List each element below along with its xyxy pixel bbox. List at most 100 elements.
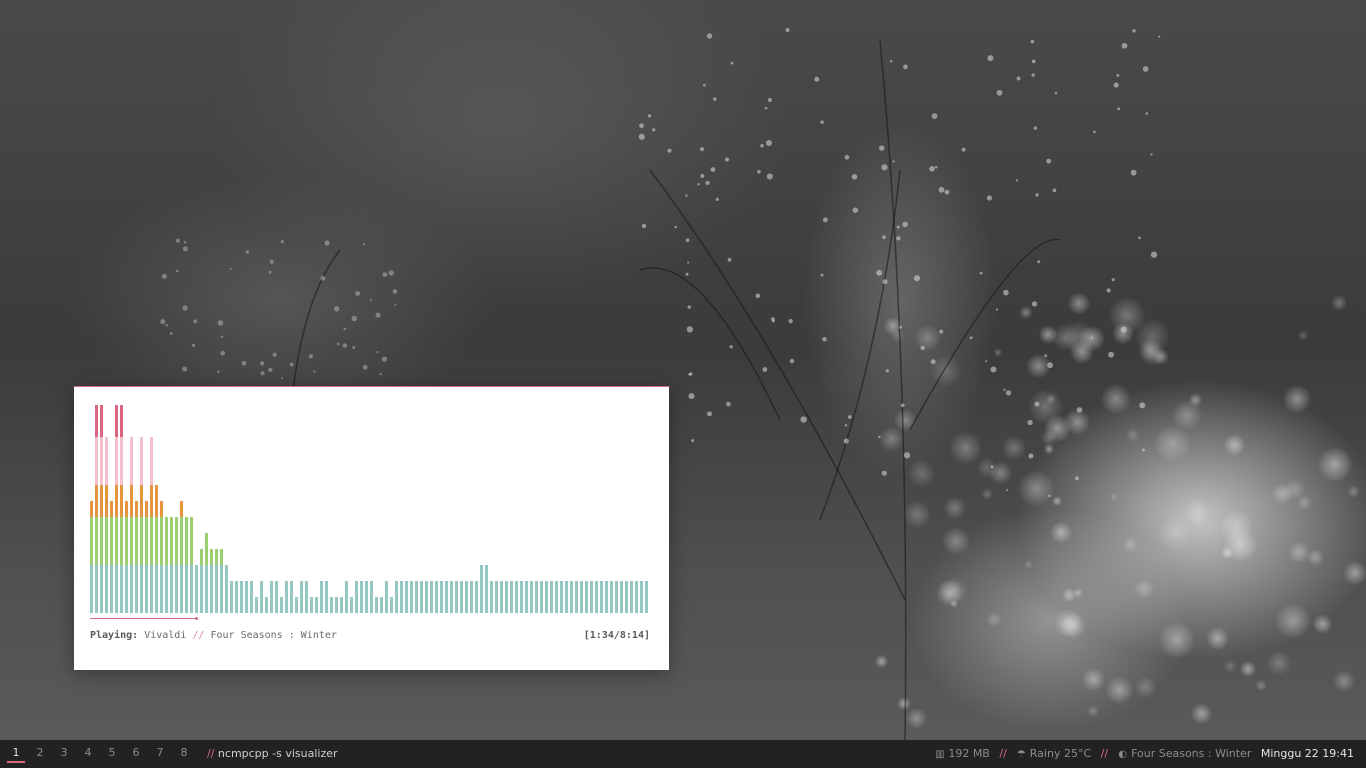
visualizer-column <box>460 581 463 613</box>
visualizer-column <box>250 581 253 613</box>
visualizer-column <box>175 517 178 613</box>
visualizer-column <box>160 501 163 613</box>
visualizer-column <box>520 581 523 613</box>
music-module[interactable]: ◐ Four Seasons : Winter <box>1118 747 1255 760</box>
visualizer-column <box>415 581 418 613</box>
visualizer-column <box>570 581 573 613</box>
visualizer-column <box>235 581 238 613</box>
umbrella-icon: ☂ <box>1016 749 1026 760</box>
visualizer-column <box>335 597 338 613</box>
workspace-1[interactable]: 1 <box>4 740 28 768</box>
visualizer-column <box>360 581 363 613</box>
visualizer-column <box>190 517 193 613</box>
visualizer-column <box>410 581 413 613</box>
visualizer-column <box>365 581 368 613</box>
memory-icon: ▥ <box>935 749 945 760</box>
visualizer-column <box>165 517 168 613</box>
visualizer-column <box>225 565 228 613</box>
visualizer-column <box>295 597 298 613</box>
visualizer-column <box>505 581 508 613</box>
window-title-text: ncmpcpp -s visualizer <box>217 747 338 760</box>
visualizer-column <box>210 549 213 613</box>
visualizer-column <box>630 581 633 613</box>
visualizer-column <box>205 533 208 613</box>
visualizer-column <box>465 581 468 613</box>
visualizer-column <box>455 581 458 613</box>
visualizer-column <box>395 581 398 613</box>
visualizer-column <box>300 581 303 613</box>
panel-separator: // <box>1100 747 1109 760</box>
visualizer-column <box>450 581 453 613</box>
visualizer-column <box>155 485 158 613</box>
track-time: [1:34/8:14] <box>583 630 650 641</box>
toggle-icon: ◐ <box>1118 749 1127 760</box>
visualizer-column <box>185 517 188 613</box>
visualizer-column <box>525 581 528 613</box>
workspace-5[interactable]: 5 <box>100 740 124 768</box>
visualizer-column <box>310 597 313 613</box>
visualizer-column <box>375 597 378 613</box>
visualizer-column <box>345 581 348 613</box>
clock-module: Minggu 22 19:41 <box>1261 747 1354 760</box>
visualizer-column <box>130 437 133 613</box>
visualizer-column <box>100 405 103 613</box>
status-panel: 12345678 // ncmpcpp -s visualizer ▥ 192 … <box>0 740 1366 768</box>
visualizer-column <box>420 581 423 613</box>
progress-bar[interactable] <box>90 617 649 620</box>
visualizer-column <box>135 501 138 613</box>
visualizer-column <box>120 405 123 613</box>
visualizer-column <box>480 565 483 613</box>
visualizer-column <box>350 597 353 613</box>
visualizer-column <box>575 581 578 613</box>
visualizer-column <box>640 581 643 613</box>
memory-value: 192 MB <box>948 747 990 760</box>
visualizer-column <box>615 581 618 613</box>
workspace-6[interactable]: 6 <box>124 740 148 768</box>
visualizer-column <box>200 549 203 613</box>
visualizer-column <box>270 581 273 613</box>
weather-value: Rainy 25°C <box>1029 747 1092 760</box>
visualizer-column <box>445 581 448 613</box>
visualizer-column <box>590 581 593 613</box>
visualizer-column <box>595 581 598 613</box>
audio-visualizer <box>90 401 650 613</box>
progress-fill <box>90 618 197 619</box>
visualizer-column <box>105 437 108 613</box>
workspace-2[interactable]: 2 <box>28 740 52 768</box>
title-separator: // <box>207 747 215 760</box>
visualizer-column <box>180 501 183 613</box>
memory-module: ▥ 192 MB <box>935 747 994 760</box>
visualizer-column <box>510 581 513 613</box>
visualizer-column <box>215 549 218 613</box>
weather-module: ☂ Rainy 25°C <box>1016 747 1094 760</box>
visualizer-column <box>515 581 518 613</box>
visualizer-column <box>470 581 473 613</box>
visualizer-column <box>425 581 428 613</box>
visualizer-column <box>230 581 233 613</box>
visualizer-column <box>535 581 538 613</box>
visualizer-column <box>380 597 383 613</box>
visualizer-column <box>580 581 583 613</box>
visualizer-column <box>620 581 623 613</box>
track-title: Four Seasons : Winter <box>210 630 337 641</box>
progress-knob[interactable] <box>195 617 199 620</box>
visualizer-column <box>550 581 553 613</box>
workspace-3[interactable]: 3 <box>52 740 76 768</box>
visualizer-column <box>220 549 223 613</box>
workspace-7[interactable]: 7 <box>148 740 172 768</box>
visualizer-column <box>600 581 603 613</box>
visualizer-column <box>390 597 393 613</box>
visualizer-column <box>170 517 173 613</box>
visualizer-column <box>475 581 478 613</box>
workspace-4[interactable]: 4 <box>76 740 100 768</box>
playing-label: Playing: <box>90 630 139 641</box>
visualizer-column <box>495 581 498 613</box>
visualizer-column <box>355 581 358 613</box>
focused-window-title: // ncmpcpp -s visualizer <box>207 740 338 768</box>
ncmpcpp-visualizer-window[interactable]: Playing: Vivaldi // Four Seasons : Winte… <box>74 386 669 670</box>
visualizer-column <box>605 581 608 613</box>
workspace-8[interactable]: 8 <box>172 740 196 768</box>
visualizer-column <box>280 597 283 613</box>
visualizer-column <box>635 581 638 613</box>
visualizer-column <box>330 597 333 613</box>
